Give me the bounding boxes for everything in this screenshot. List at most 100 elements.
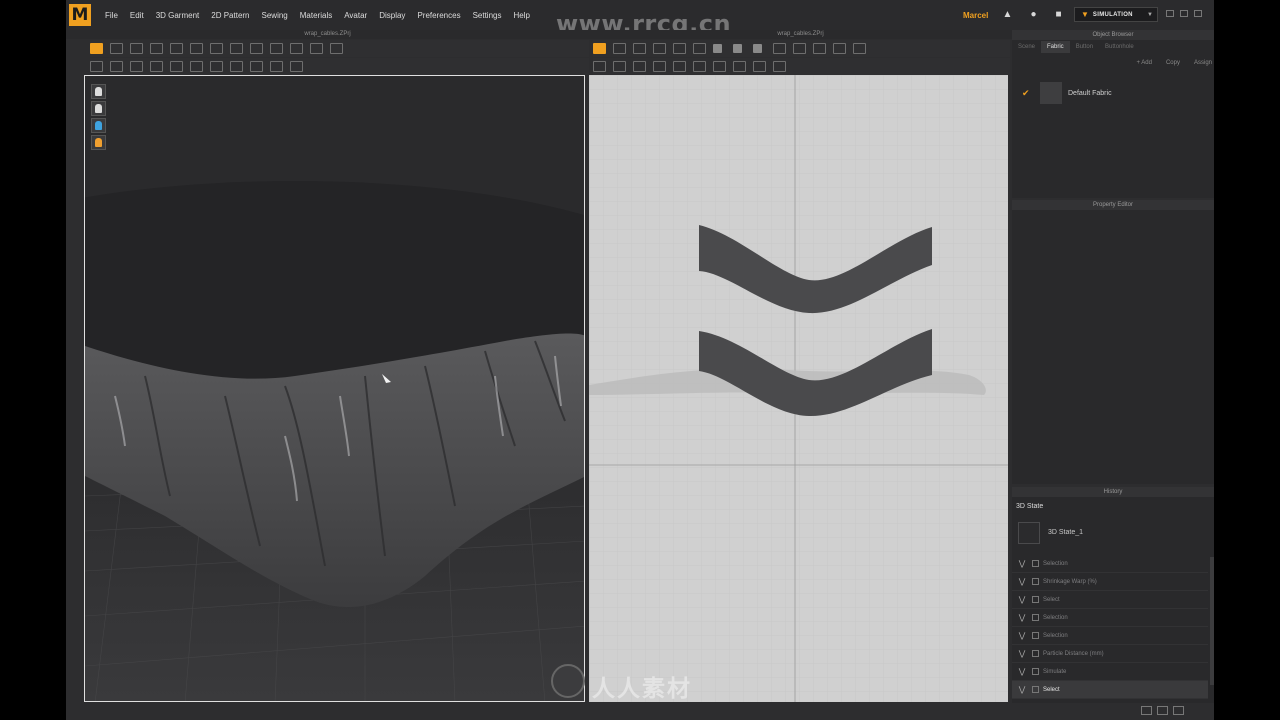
history-item[interactable]: ⋁ Particle Distance (mm): [1012, 645, 1208, 663]
pin-icon[interactable]: [190, 43, 203, 54]
user-name[interactable]: Marcel: [963, 11, 988, 20]
menu-display[interactable]: Display: [373, 11, 411, 20]
tab-buttonhole[interactable]: Buttonhole: [1099, 41, 1140, 53]
texture-2d-icon[interactable]: [733, 61, 746, 72]
tab-fabric[interactable]: Fabric: [1041, 41, 1070, 53]
avatar-move-icon[interactable]: [90, 61, 103, 72]
minimize-icon[interactable]: [1166, 10, 1174, 17]
internal-polygon-icon[interactable]: [773, 43, 786, 54]
avatar-visibility-icon[interactable]: [91, 101, 106, 116]
free-sewing-icon[interactable]: [613, 61, 626, 72]
button-icon[interactable]: [170, 61, 183, 72]
menu-edit[interactable]: Edit: [124, 11, 150, 20]
fold-icon[interactable]: [170, 43, 183, 54]
tab-scene[interactable]: Scene: [1012, 41, 1041, 53]
rectangle-icon[interactable]: [733, 44, 742, 53]
expand-icon[interactable]: [290, 61, 303, 72]
history-item[interactable]: ⋁ Selection: [1012, 627, 1208, 645]
copy-fabric-button[interactable]: Copy: [1166, 60, 1180, 66]
tab-button[interactable]: Button: [1070, 41, 1099, 53]
avatar-display-icon[interactable]: [91, 135, 106, 150]
maximize-icon[interactable]: [1180, 10, 1188, 17]
menu-3d-garment[interactable]: 3D Garment: [150, 11, 206, 20]
polygon-icon[interactable]: [713, 44, 722, 53]
history-item-active[interactable]: ⋁ Select: [1012, 681, 1208, 699]
edit-point-icon[interactable]: [613, 43, 626, 54]
edit-curve-icon[interactable]: [633, 43, 646, 54]
menu-materials[interactable]: Materials: [294, 11, 338, 20]
select-tool-icon[interactable]: [110, 43, 123, 54]
history-action-icon: [1032, 650, 1039, 657]
layout-split-icon[interactable]: [1157, 706, 1168, 715]
tack-icon[interactable]: [210, 43, 223, 54]
menu-help[interactable]: Help: [507, 11, 535, 20]
graphic-icon[interactable]: [150, 61, 163, 72]
history-item[interactable]: ⋁ Selection: [1012, 609, 1208, 627]
steam-icon[interactable]: [230, 43, 243, 54]
help-icon[interactable]: ●: [1028, 9, 1039, 20]
fabric-name: Default Fabric: [1068, 89, 1112, 97]
layout-single-icon[interactable]: [1141, 706, 1152, 715]
sewing-icon[interactable]: [290, 43, 303, 54]
circle-icon[interactable]: [190, 61, 203, 72]
m-n-sewing-icon[interactable]: [633, 61, 646, 72]
distribute-icon[interactable]: [270, 61, 283, 72]
add-fabric-button[interactable]: + Add: [1136, 60, 1152, 66]
internal-circle-icon[interactable]: [813, 43, 826, 54]
curve-point-icon[interactable]: [653, 43, 666, 54]
zipper-icon[interactable]: [310, 43, 323, 54]
ellipse-icon[interactable]: [753, 44, 762, 53]
menu-2d-pattern[interactable]: 2D Pattern: [205, 11, 255, 20]
menu-file[interactable]: File: [99, 11, 124, 20]
edit-pattern-icon[interactable]: [593, 43, 606, 54]
layout-2d-icon[interactable]: [1173, 706, 1184, 715]
simulation-mode-button[interactable]: ▼ SIMULATION ▼: [1074, 7, 1158, 22]
align-icon[interactable]: [250, 61, 263, 72]
chevron-down-icon[interactable]: ▼: [1147, 12, 1153, 18]
3d-scene: [85, 76, 584, 701]
texture-icon[interactable]: [130, 61, 143, 72]
grading-icon[interactable]: [773, 61, 786, 72]
point-icon[interactable]: [230, 61, 243, 72]
pin-2d-icon[interactable]: [693, 61, 706, 72]
line-icon[interactable]: [210, 61, 223, 72]
add-point-icon[interactable]: [673, 43, 686, 54]
texture-mode-icon[interactable]: [91, 118, 106, 133]
menu-preferences[interactable]: Preferences: [411, 11, 466, 20]
assign-fabric-button[interactable]: Assign: [1194, 60, 1212, 66]
arrange-icon[interactable]: [250, 43, 263, 54]
menu-sewing[interactable]: Sewing: [256, 11, 294, 20]
history-scrollbar[interactable]: [1210, 557, 1214, 685]
reset-icon[interactable]: [270, 43, 283, 54]
history-item[interactable]: ⋁ Selection: [1012, 555, 1208, 573]
history-item[interactable]: ⋁ Select: [1012, 591, 1208, 609]
internal-rect-icon[interactable]: [793, 43, 806, 54]
transform-icon[interactable]: [150, 43, 163, 54]
measure-icon[interactable]: [330, 43, 343, 54]
trace-icon[interactable]: [853, 43, 866, 54]
graphic-2d-icon[interactable]: [713, 61, 726, 72]
community-icon[interactable]: ■: [1053, 9, 1064, 20]
fabric-list-item[interactable]: ✔ Default Fabric: [1022, 82, 1112, 104]
check-sewing-icon[interactable]: [653, 61, 666, 72]
3d-viewport[interactable]: [84, 75, 585, 702]
segment-sewing-icon[interactable]: [593, 61, 606, 72]
brush-icon[interactable]: [110, 61, 123, 72]
speaker-icon[interactable]: ▲: [1002, 9, 1013, 20]
close-icon[interactable]: [1194, 10, 1202, 17]
move-tool-icon[interactable]: [90, 43, 103, 54]
select-mesh-icon[interactable]: [130, 43, 143, 54]
menu-avatar[interactable]: Avatar: [338, 11, 373, 20]
annotation-icon[interactable]: [753, 61, 766, 72]
menu-settings[interactable]: Settings: [467, 11, 508, 20]
history-snapshot-thumbnail[interactable]: [1018, 522, 1040, 544]
2d-pattern-window[interactable]: [589, 75, 1008, 702]
garment-visibility-icon[interactable]: [91, 84, 106, 99]
tack-2d-icon[interactable]: [673, 61, 686, 72]
scissors-icon[interactable]: [693, 43, 706, 54]
dart-icon[interactable]: [833, 43, 846, 54]
history-item[interactable]: ⋁ Simulate: [1012, 663, 1208, 681]
history-item-label: Shrinkage Warp (%): [1043, 578, 1097, 585]
history-item[interactable]: ⋁ Shrinkage Warp (%): [1012, 573, 1208, 591]
app-window: M File Edit 3D Garment 2D Pattern Sewing…: [66, 0, 1214, 720]
